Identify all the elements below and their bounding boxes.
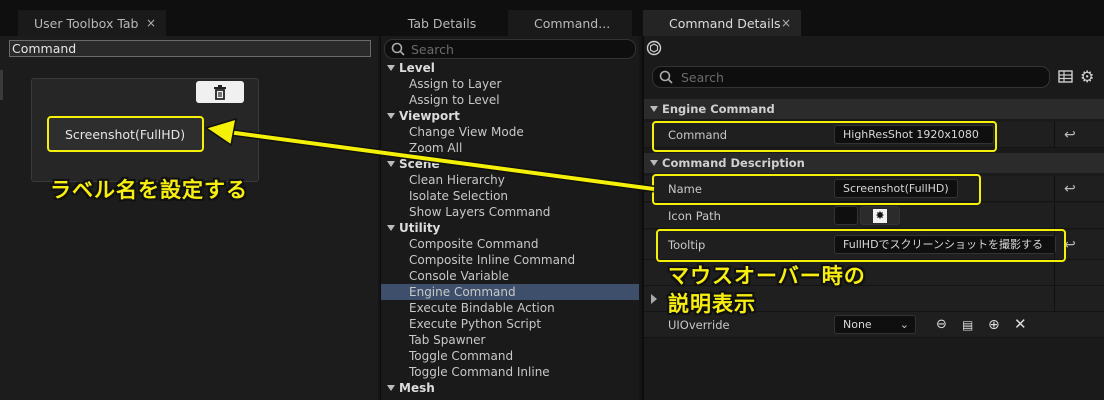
annotation-line: マウスオーバー時の <box>668 264 866 288</box>
annotation-line: 説明表示 <box>668 292 756 316</box>
annotation-arrow <box>204 117 655 193</box>
annotation-tooltip-desc: マウスオーバー時の 説明表示 <box>668 262 866 318</box>
